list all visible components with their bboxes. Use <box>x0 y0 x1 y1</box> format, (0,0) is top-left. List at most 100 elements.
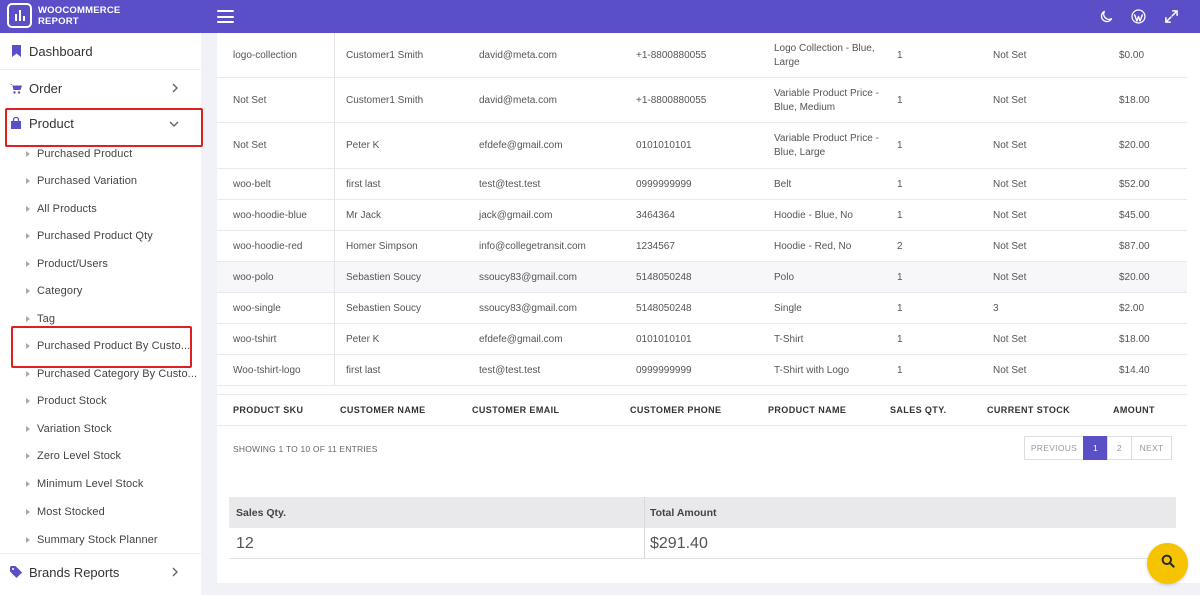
table-cell-email: efdefe@gmail.com <box>479 140 563 151</box>
table-cell-qty: 1 <box>897 140 903 151</box>
pagination-previous-button[interactable]: PREVIOUS <box>1024 436 1084 460</box>
divider <box>644 497 645 559</box>
table-cell-product: T-Shirt <box>774 333 804 345</box>
brand-name: WOOCOMMERCE REPORT <box>38 5 120 27</box>
table-cell-name: Sebastien Soucy <box>346 302 422 314</box>
sidebar-subitem[interactable]: Product Stock <box>26 391 107 411</box>
chevron-right-icon <box>171 566 179 580</box>
sidebar-subitem-label: Summary Stock Planner <box>37 534 158 546</box>
wordpress-icon[interactable] <box>1128 6 1148 26</box>
column-divider <box>334 33 335 77</box>
sidebar-item-dashboard[interactable]: Dashboard <box>0 33 201 69</box>
search-fab-button[interactable] <box>1147 543 1188 584</box>
sidebar-subitem-label: Category <box>37 285 83 297</box>
column-divider <box>334 200 335 230</box>
caret-right-icon <box>26 509 30 515</box>
column-header[interactable]: PRODUCT SKU <box>233 405 303 415</box>
table-cell-name: Customer1 Smith <box>346 49 424 61</box>
table-cell-stock: Not Set <box>993 178 1027 190</box>
divider <box>217 394 1187 395</box>
table-cell-amount: $18.00 <box>1119 333 1150 345</box>
sidebar-item-order[interactable]: Order <box>0 70 201 106</box>
table-cell-amount: $52.00 <box>1119 178 1150 190</box>
table-cell-amount: $2.00 <box>1119 302 1145 314</box>
table-cell-name: Homer Simpson <box>346 240 418 252</box>
bookmark-icon <box>10 45 22 57</box>
caret-right-icon <box>26 453 30 459</box>
sidebar-subitem[interactable]: Purchased Variation <box>26 171 137 191</box>
table-cell-product: Hoodie - Red, No <box>774 240 852 252</box>
column-divider <box>334 324 335 354</box>
table-cell-qty: 1 <box>897 49 903 61</box>
table-cell-amount: $20.00 <box>1119 271 1150 283</box>
table-cell-qty: 2 <box>897 240 903 252</box>
column-header[interactable]: PRODUCT NAME <box>768 405 846 415</box>
caret-right-icon <box>26 261 30 267</box>
table-cell-name: Mr Jack <box>346 209 381 221</box>
caret-right-icon <box>26 288 30 294</box>
brand-line-1: WOOCOMMERCE <box>38 4 121 16</box>
table-cell-amount: $0.00 <box>1119 49 1145 61</box>
table-cell-phone: 5148050248 <box>636 271 692 283</box>
column-header[interactable]: AMOUNT <box>1113 405 1155 415</box>
sidebar-subitem[interactable]: Purchased Product Qty <box>26 226 153 246</box>
column-header[interactable]: CURRENT STOCK <box>987 405 1070 415</box>
sidebar-subitem-label: Purchased Category By Custo... <box>37 368 198 380</box>
table-cell-stock: Not Set <box>993 140 1027 151</box>
highlight-box-product <box>5 108 203 147</box>
table-cell-sku: logo-collection <box>233 49 297 61</box>
table-cell-stock: Not Set <box>993 240 1027 252</box>
table-cell-qty: 1 <box>897 302 903 314</box>
column-header[interactable]: CUSTOMER EMAIL <box>472 405 559 415</box>
sidebar-subitem[interactable]: Purchased Product <box>26 144 132 164</box>
sidebar-subitem-label: Product Stock <box>37 395 107 407</box>
table-cell-qty: 1 <box>897 333 903 345</box>
table-cell-product: Hoodie - Blue, No <box>774 209 853 221</box>
table-cell-product: Single <box>774 302 802 314</box>
sidebar-subitem-label: Most Stocked <box>37 506 105 518</box>
sidebar-item-label: Order <box>29 80 63 96</box>
pagination-page-1[interactable]: 1 <box>1083 436 1108 460</box>
sidebar-subitem[interactable]: Minimum Level Stock <box>26 474 143 494</box>
tag-icon <box>10 566 22 578</box>
sidebar-subitem[interactable]: Product/Users <box>26 254 108 274</box>
table-cell-stock: Not Set <box>993 271 1027 283</box>
table-cell-name: Peter K <box>346 333 380 345</box>
pagination-page-2[interactable]: 2 <box>1107 436 1132 460</box>
summary-amount-label: Total Amount <box>644 497 1176 528</box>
table-cell-email: david@meta.com <box>479 49 557 61</box>
moon-icon[interactable] <box>1096 6 1116 26</box>
table-cell-sku: woo-hoodie-red <box>233 240 303 252</box>
table-cell-product: Belt <box>774 178 792 190</box>
pagination-next-button[interactable]: NEXT <box>1131 436 1172 460</box>
summary-qty-value: 12 <box>229 529 644 559</box>
summary-amount-value: $291.40 <box>644 529 1176 559</box>
column-header[interactable]: SALES QTY. <box>890 405 947 415</box>
bar-chart-logo-icon <box>7 3 32 28</box>
caret-right-icon <box>26 206 30 212</box>
caret-right-icon <box>26 316 30 322</box>
table-cell-phone: 1234567 <box>636 240 675 252</box>
sidebar-subitem-label: Zero Level Stock <box>37 450 122 462</box>
fullscreen-icon[interactable] <box>1161 6 1181 26</box>
sidebar-subitem[interactable]: All Products <box>26 199 97 219</box>
brand[interactable]: WOOCOMMERCE REPORT <box>7 3 120 28</box>
search-icon <box>1161 554 1175 573</box>
caret-right-icon <box>26 537 30 543</box>
column-divider <box>334 231 335 261</box>
sidebar-item-brands-reports[interactable]: Brands Reports <box>0 554 201 590</box>
sidebar-subitem[interactable]: Category <box>26 281 82 301</box>
table-cell-email: test@test.test <box>479 364 541 376</box>
summary-qty-label: Sales Qty. <box>229 497 644 528</box>
column-header[interactable]: CUSTOMER PHONE <box>630 405 721 415</box>
sidebar-subitem[interactable]: Variation Stock <box>26 419 112 439</box>
sidebar-subitem-label: Purchased Product Qty <box>37 230 153 242</box>
menu-toggle-icon[interactable] <box>217 10 234 23</box>
sidebar-subitem[interactable]: Zero Level Stock <box>26 446 121 466</box>
cart-icon <box>10 82 22 94</box>
sidebar-subitem[interactable]: Most Stocked <box>26 502 105 522</box>
sidebar-subitem[interactable]: Summary Stock Planner <box>26 530 158 550</box>
table-cell-sku: woo-single <box>233 302 281 314</box>
column-divider <box>334 262 335 292</box>
column-header[interactable]: CUSTOMER NAME <box>340 405 426 415</box>
